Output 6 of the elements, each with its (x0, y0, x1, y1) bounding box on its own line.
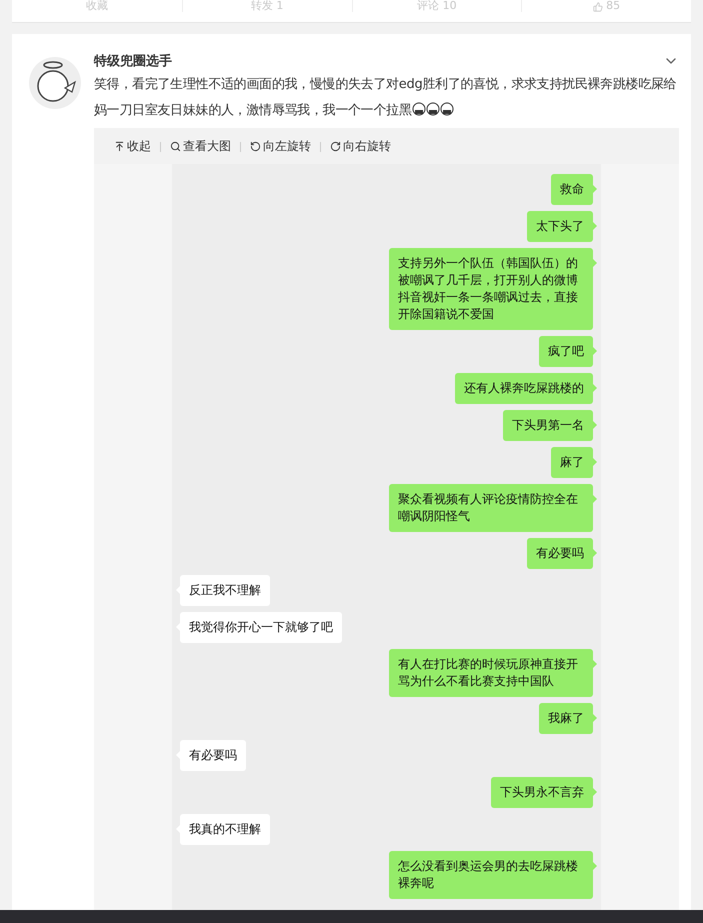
post-text: 笑得，看完了生理性不适的画面的我，慢慢的失去了对edg胜利了的喜悦，求求支持扰民裸奔跳楼吃屎给妈一刀日室友日妹妹的人，激情辱骂我，我一个一个拉黑 (94, 76, 678, 120)
image-tool-button[interactable]: 向右旋转 (330, 138, 391, 155)
image-tool-button[interactable]: 收起 (114, 138, 151, 155)
image-tool-button[interactable]: 向左旋转 (250, 138, 311, 155)
image-tool-button[interactable]: 查看大图 (170, 138, 231, 155)
author-name[interactable]: 特级兜圈选手 (94, 52, 172, 70)
